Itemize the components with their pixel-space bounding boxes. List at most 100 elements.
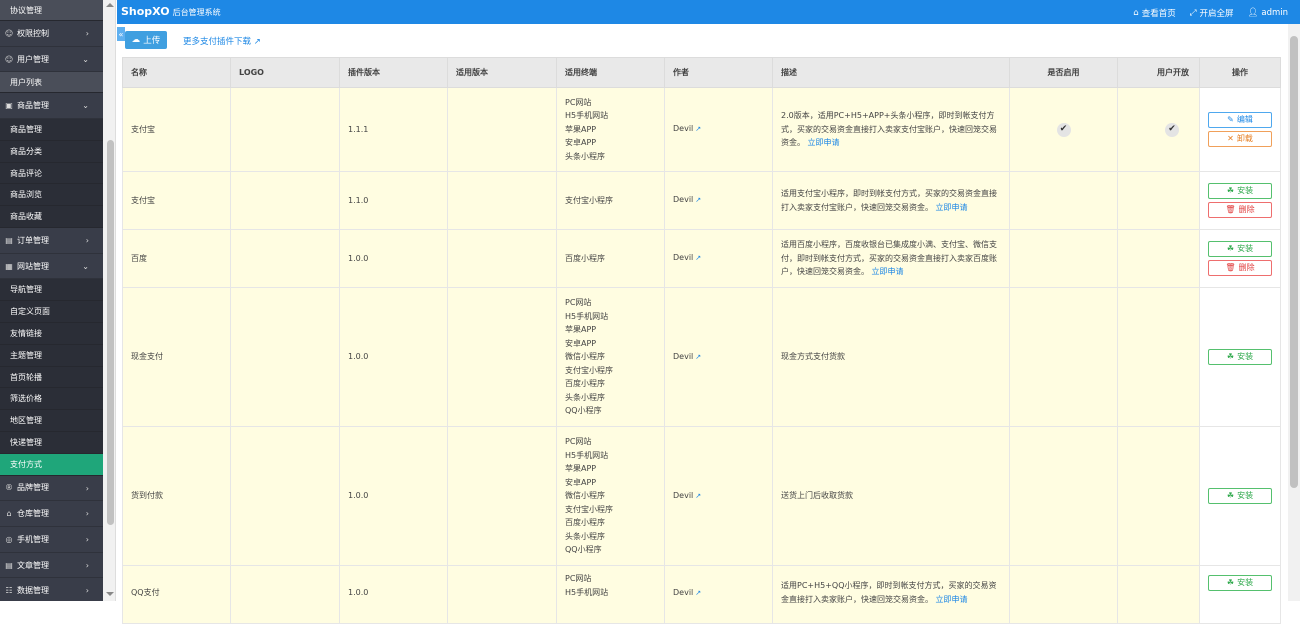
cell-apply-version <box>447 87 557 172</box>
sidebar-item-label: 快递管理 <box>10 437 42 447</box>
install-label: 安装 <box>1237 491 1254 501</box>
delete-button[interactable]: 🗑︎ 删除 <box>1208 260 1272 276</box>
delete-button[interactable]: 🗑︎ 删除 <box>1208 202 1272 218</box>
more-plugins-label: 更多支付插件下载 <box>183 37 252 47</box>
install-button[interactable]: ☘ 安装 <box>1208 349 1272 365</box>
cell-actions: ☘ 安装 🗑︎ 删除 <box>1199 171 1281 230</box>
chevron-right-icon: › <box>85 29 89 38</box>
sidebar-item-goods-category[interactable]: 商品分类 <box>0 140 103 163</box>
sidebar-item-nav[interactable]: 导航管理 <box>0 279 103 302</box>
apply-link[interactable]: 立即申请 <box>936 595 968 604</box>
apply-link[interactable]: 立即申请 <box>808 138 840 147</box>
sidebar-item-goods-favor[interactable]: 商品收藏 <box>0 206 103 229</box>
fullscreen-label: 开启全屏 <box>1199 9 1234 19</box>
terminal-item: 微信小程序 <box>565 352 605 362</box>
chevron-right-icon: › <box>85 509 89 519</box>
sidebar-menu-users[interactable]: ☺ 用户管理 ⌄ <box>0 47 103 73</box>
main-scroll-thumb[interactable] <box>1290 36 1298 488</box>
sidebar-menu-data[interactable]: ☷ 数据管理 › <box>0 578 103 601</box>
collapse-sidebar-button[interactable]: « <box>117 27 125 41</box>
cell-enabled[interactable]: ✔ <box>1009 87 1118 172</box>
check-icon[interactable]: ✔ <box>1056 122 1071 137</box>
edit-button[interactable]: ✎ 编辑 <box>1208 112 1272 128</box>
sidebar-item-label: 首页轮播 <box>10 372 42 382</box>
table-row: 现金支付 1.0.0 PC网站 H5手机网站 苹果APP 安卓APP 微信小程序… <box>122 287 1281 427</box>
sidebar-item-region[interactable]: 地区管理 <box>0 410 103 432</box>
sidebar-item-price-filter[interactable]: 筛选价格 <box>0 388 103 411</box>
sidebar-item-label: 商品评论 <box>10 168 42 178</box>
terminal-item: 微信小程序 <box>565 491 605 501</box>
sidebar-item-custom-page[interactable]: 自定义页面 <box>0 301 103 324</box>
col-actions: 操作 <box>1199 57 1281 88</box>
cell-user-open <box>1117 565 1200 624</box>
uninstall-button[interactable]: ✕ 卸载 <box>1208 131 1272 147</box>
cell-desc: 送货上门后收取货款 <box>772 426 1010 566</box>
sidebar-menu-orders[interactable]: ▤ 订单管理 › <box>0 228 103 254</box>
cell-author[interactable]: Devil ↗ <box>664 229 773 288</box>
terminal-item: PC网站 <box>565 437 592 447</box>
sidebar-item-goods-manage[interactable]: 商品管理 <box>0 119 103 141</box>
cell-user-open[interactable]: ✔ <box>1117 87 1200 172</box>
sidebar-menu-site[interactable]: ▦ 网站管理 ⌄ <box>0 254 103 280</box>
upload-button[interactable]: ☁ 上传 <box>125 31 167 49</box>
install-label: 安装 <box>1237 578 1254 588</box>
cell-desc: 适用百度小程序，百度收银台已集成度小满、支付宝、微信支付，即时到帐支付方式，买家… <box>772 229 1010 288</box>
brand-logo[interactable]: ShopXO 后台管理系统 <box>121 5 221 18</box>
sidebar-item-goods-comments[interactable]: 商品评论 <box>0 162 103 185</box>
install-label: 安装 <box>1237 244 1254 254</box>
sidebar-item-goods-browse[interactable]: 商品浏览 <box>0 184 103 207</box>
cell-desc: 适用PC+H5+QQ小程序，即时到帐支付方式，买家的交易资金直接打入卖家账户，快… <box>772 565 1010 624</box>
scroll-up-icon[interactable] <box>106 3 114 7</box>
cell-author[interactable]: Devil ↗ <box>664 87 773 172</box>
sidebar-item-slider[interactable]: 首页轮播 <box>0 366 103 389</box>
terminal-item: QQ小程序 <box>565 545 602 555</box>
fullscreen-link[interactable]: ⤢ 开启全屏 <box>1190 7 1234 19</box>
cell-user-open <box>1117 287 1200 427</box>
install-button[interactable]: ☘ 安装 <box>1208 488 1272 504</box>
sidebar-item-theme[interactable]: 主题管理 <box>0 344 103 367</box>
more-plugins-link[interactable]: 更多支付插件下载 ↗ <box>183 35 261 47</box>
sidebar-menu-goods[interactable]: ▣ 商品管理 ⌄ <box>0 93 103 120</box>
view-home-link[interactable]: ⌂ 查看首页 <box>1133 7 1175 19</box>
apply-link[interactable]: 立即申请 <box>936 203 968 212</box>
sidebar-menu-warehouse[interactable]: ⌂ 仓库管理 › <box>0 501 103 527</box>
order-icon: ▤ <box>5 235 13 245</box>
sidebar-menu-label: 权限控制 <box>17 28 49 38</box>
cell-user-open <box>1117 426 1200 566</box>
close-icon: ✕ <box>1227 134 1234 144</box>
sidebar-menu-brand[interactable]: ® 品牌管理 › <box>0 476 103 502</box>
sidebar-menu-article[interactable]: ▤ 文章管理 › <box>0 553 103 579</box>
user-menu[interactable]: 👤︎ admin <box>1248 7 1288 19</box>
install-button[interactable]: ☘ 安装 <box>1208 241 1272 257</box>
cell-desc: 适用支付宝小程序，即时到帐支付方式，买家的交易资金直接打入卖家支付宝账户，快速回… <box>772 171 1010 230</box>
sidebar-item-links[interactable]: 友情链接 <box>0 323 103 345</box>
sidebar-item-express[interactable]: 快递管理 <box>0 432 103 454</box>
apply-link[interactable]: 立即申请 <box>872 267 904 276</box>
install-icon: ☘ <box>1226 186 1235 196</box>
sidebar-menu-mobile[interactable]: ◎ 手机管理 › <box>0 527 103 553</box>
cell-apply-version <box>447 565 557 624</box>
install-button[interactable]: ☘ 安装 <box>1208 575 1272 591</box>
check-icon[interactable]: ✔ <box>1165 122 1179 137</box>
table-row: 支付宝 1.1.0 支付宝小程序 Devil ↗ 适用支付宝小程序，即时到帐支付方… <box>122 171 1281 230</box>
cell-enabled <box>1009 171 1118 230</box>
cell-author[interactable]: Devil ↗ <box>664 171 773 230</box>
sidebar-scroll-thumb[interactable] <box>107 140 114 525</box>
author-name: Devil <box>673 490 694 500</box>
col-terminals: 适用终端 <box>556 57 665 88</box>
cell-actions: ☘ 安装 <box>1199 565 1281 624</box>
sidebar-item-label: 用户列表 <box>10 77 42 87</box>
col-desc: 描述 <box>772 57 1010 88</box>
sidebar-menu-permission[interactable]: ☺ 权限控制 › <box>0 21 103 47</box>
cell-author[interactable]: Devil ↗ <box>664 565 773 624</box>
top-header: ShopXO 后台管理系统 ⌂ 查看首页 ⤢ 开启全屏 👤︎ admin <box>117 0 1300 24</box>
scroll-down-icon[interactable] <box>106 592 114 596</box>
sidebar-menu-label: 网站管理 <box>17 261 49 271</box>
sidebar-item-agreement[interactable]: 协议管理 <box>0 0 103 21</box>
sidebar-item-user-list[interactable]: 用户列表 <box>0 72 103 94</box>
install-button[interactable]: ☘ 安装 <box>1208 183 1272 199</box>
cell-author[interactable]: Devil ↗ <box>664 287 773 427</box>
cell-author[interactable]: Devil ↗ <box>664 426 773 566</box>
sidebar-menu-label: 数据管理 <box>17 586 49 596</box>
sidebar-item-payment[interactable]: 支付方式 <box>0 453 103 476</box>
